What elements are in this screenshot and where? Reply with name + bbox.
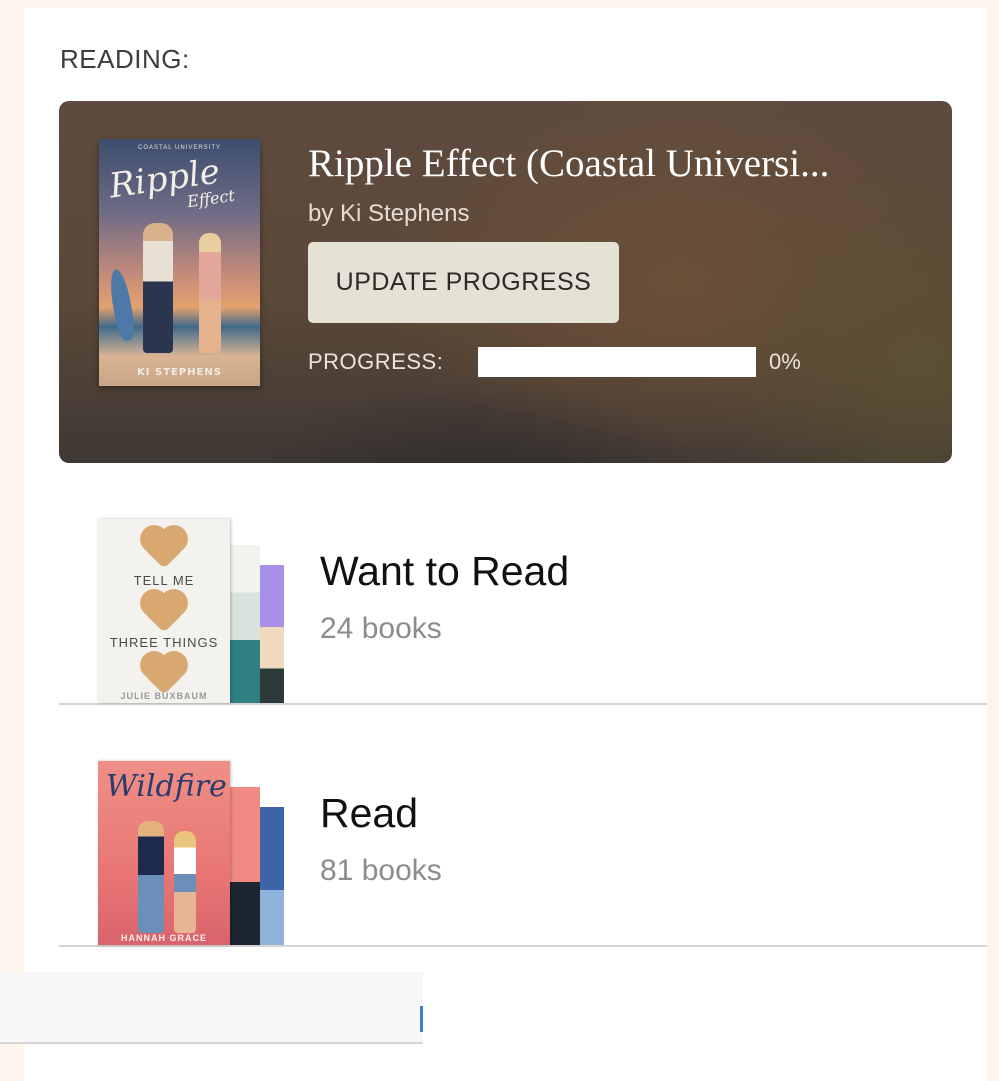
progress-percent: 0% (769, 349, 801, 374)
shelf-want-to-read[interactable]: TELL ME THREE THINGS JULIE BUXBAUM Want … (59, 463, 987, 705)
book-title-link[interactable]: Ripple Effect (Coastal Universi... (308, 141, 928, 186)
reading-heading: READING: (60, 44, 190, 74)
shelf-read[interactable]: Wildfire HANNAH GRACE Read 81 books (59, 705, 987, 947)
shelf-name[interactable]: Want to Read (320, 548, 569, 595)
shelf-count: 24 books (320, 612, 442, 645)
cover-author: HANNAH GRACE (121, 933, 207, 943)
heart-icon (144, 529, 184, 569)
text-cursor (420, 1006, 423, 1032)
cover-figure-woman (199, 233, 221, 353)
progress-bar (478, 347, 756, 377)
surfboard-illustration (106, 267, 138, 343)
heart-icon (144, 655, 184, 695)
update-progress-button[interactable]: UPDATE PROGRESS (308, 242, 619, 323)
currently-reading-card[interactable]: COASTAL UNIVERSITY Ripple Effect KI STEP… (59, 101, 952, 463)
cover-title-script: Wildfire (106, 769, 227, 804)
shelf-name[interactable]: Read (320, 790, 418, 837)
cover-figure-man (138, 821, 164, 933)
shelf-count: 81 books (320, 854, 442, 887)
cover-figure-woman (174, 831, 196, 933)
shelf-cover-stack: TELL ME THREE THINGS JULIE BUXBAUM (98, 519, 288, 703)
heart-icon (144, 593, 184, 633)
shelf-cover-stack: Wildfire HANNAH GRACE (98, 761, 288, 945)
bottom-input-bar[interactable] (0, 972, 423, 1044)
cover-series-line: COASTAL UNIVERSITY (137, 145, 221, 151)
cover-author: KI STEPHENS (137, 367, 222, 378)
book-cover[interactable]: COASTAL UNIVERSITY Ripple Effect KI STEP… (99, 139, 260, 386)
cover-text-line: THREE THINGS (109, 635, 219, 650)
progress-label: PROGRESS: (308, 349, 444, 374)
stacked-cover-front: Wildfire HANNAH GRACE (98, 761, 230, 945)
cover-text-line: TELL ME (133, 573, 195, 588)
book-author[interactable]: by Ki Stephens (308, 200, 469, 228)
stacked-cover-front: TELL ME THREE THINGS JULIE BUXBAUM (98, 519, 230, 703)
cover-author: JULIE BUXBAUM (120, 691, 208, 701)
cover-figure-man (143, 223, 173, 353)
